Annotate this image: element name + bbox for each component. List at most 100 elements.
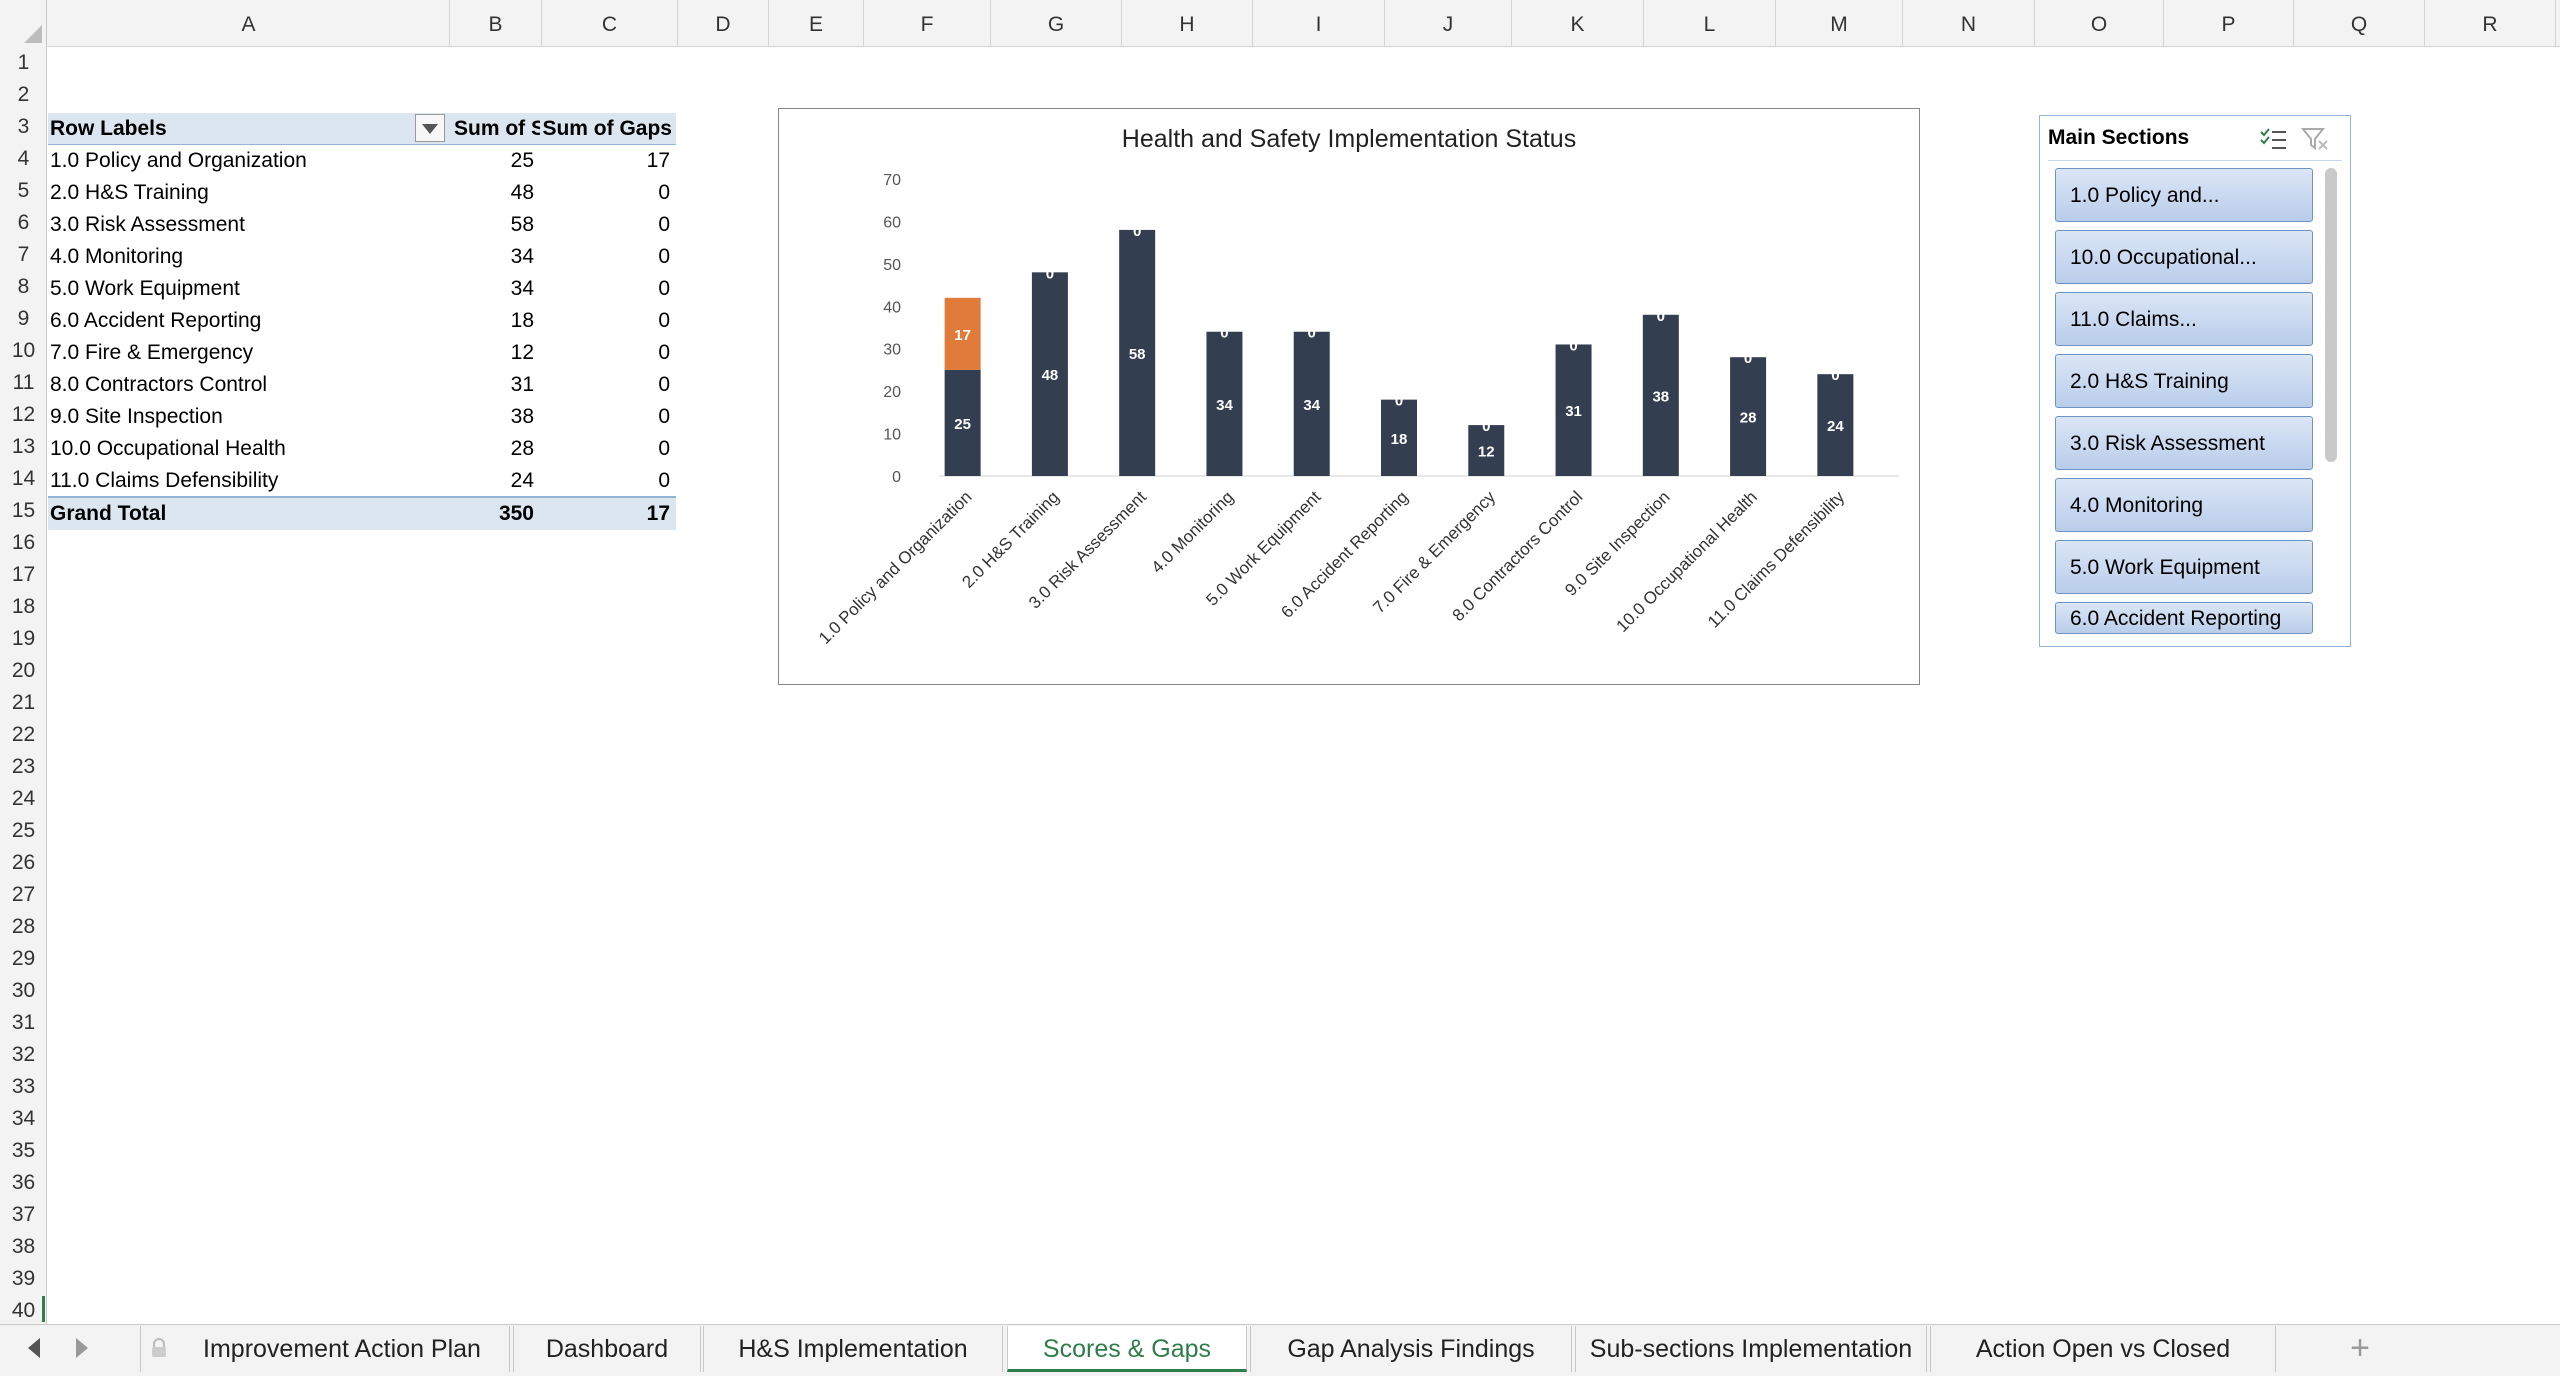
pivot-row-label[interactable]: 6.0 Accident Reporting: [48, 305, 448, 337]
row-header-1[interactable]: 1: [0, 47, 47, 79]
row-header-18[interactable]: 18: [0, 591, 47, 623]
column-header-n[interactable]: N: [1903, 0, 2035, 47]
row-header-26[interactable]: 26: [0, 847, 47, 879]
row-header-24[interactable]: 24: [0, 783, 47, 815]
column-header-l[interactable]: L: [1644, 0, 1776, 47]
row-header-15[interactable]: 15: [0, 495, 47, 527]
pivot-row-label[interactable]: 1.0 Policy and Organization: [48, 145, 448, 177]
implementation-status-chart[interactable]: Health and Safety Implementation Status 0…: [778, 108, 1920, 685]
row-header-27[interactable]: 27: [0, 879, 47, 911]
slicer-item[interactable]: 6.0 Accident Reporting: [2055, 602, 2313, 634]
sheet-tab[interactable]: Gap Analysis Findings: [1250, 1326, 1572, 1372]
pivot-row-score[interactable]: 34: [448, 241, 540, 273]
column-header-b[interactable]: B: [450, 0, 542, 47]
scroll-tabs-left-icon[interactable]: [24, 1336, 46, 1360]
row-header-36[interactable]: 36: [0, 1167, 47, 1199]
row-header-12[interactable]: 12: [0, 399, 47, 431]
row-header-7[interactable]: 7: [0, 239, 47, 271]
pivot-row-gaps[interactable]: 0: [540, 241, 676, 273]
pivot-row-score[interactable]: 48: [448, 177, 540, 209]
column-header-f[interactable]: F: [864, 0, 991, 47]
sheet-tab[interactable]: Dashboard: [513, 1326, 701, 1372]
sheet-tab[interactable]: Sub-sections Implementation: [1575, 1326, 1927, 1372]
add-sheet-button[interactable]: +: [2340, 1326, 2380, 1372]
row-header-2[interactable]: 2: [0, 79, 47, 111]
pivot-grand-total-label[interactable]: Grand Total: [48, 498, 448, 530]
pivot-row-score[interactable]: 25: [448, 145, 540, 177]
row-header-35[interactable]: 35: [0, 1135, 47, 1167]
column-header-a[interactable]: A: [48, 0, 450, 47]
pivot-row-score[interactable]: 24: [448, 465, 540, 497]
row-header-30[interactable]: 30: [0, 975, 47, 1007]
sheet-tab[interactable]: Action Open vs Closed: [1930, 1326, 2276, 1372]
pivot-row-gaps[interactable]: 0: [540, 209, 676, 241]
row-header-9[interactable]: 9: [0, 303, 47, 335]
scroll-tabs-right-icon[interactable]: [70, 1336, 92, 1360]
row-header-37[interactable]: 37: [0, 1199, 47, 1231]
row-header-29[interactable]: 29: [0, 943, 47, 975]
slicer-item[interactable]: 2.0 H&S Training: [2055, 354, 2313, 408]
slicer-scrollbar[interactable]: [2325, 168, 2337, 462]
pivot-row-gaps[interactable]: 0: [540, 177, 676, 209]
row-header-34[interactable]: 34: [0, 1103, 47, 1135]
row-header-4[interactable]: 4: [0, 143, 47, 175]
pivot-row-score[interactable]: 34: [448, 273, 540, 305]
row-header-33[interactable]: 33: [0, 1071, 47, 1103]
row-labels-filter-button[interactable]: [415, 114, 445, 142]
row-header-11[interactable]: 11: [0, 367, 47, 399]
row-header-21[interactable]: 21: [0, 687, 47, 719]
row-header-28[interactable]: 28: [0, 911, 47, 943]
pivot-row-label[interactable]: 9.0 Site Inspection: [48, 401, 448, 433]
row-header-8[interactable]: 8: [0, 271, 47, 303]
column-header-r[interactable]: R: [2425, 0, 2556, 47]
pivot-row-gaps[interactable]: 0: [540, 273, 676, 305]
row-header-40[interactable]: 40: [0, 1295, 47, 1327]
column-header-d[interactable]: D: [678, 0, 769, 47]
pivot-row-label[interactable]: 8.0 Contractors Control: [48, 369, 448, 401]
row-header-23[interactable]: 23: [0, 751, 47, 783]
pivot-row-label[interactable]: 5.0 Work Equipment: [48, 273, 448, 305]
pivot-row-gaps[interactable]: 0: [540, 369, 676, 401]
column-header-q[interactable]: Q: [2294, 0, 2425, 47]
multi-select-icon[interactable]: [2258, 126, 2288, 152]
pivot-header-sum-scores[interactable]: Sum of S: [448, 113, 540, 145]
pivot-grand-total-score[interactable]: 350: [448, 498, 540, 530]
column-header-o[interactable]: O: [2035, 0, 2164, 47]
pivot-row-label[interactable]: 10.0 Occupational Health: [48, 433, 448, 465]
pivot-row-score[interactable]: 38: [448, 401, 540, 433]
column-header-p[interactable]: P: [2164, 0, 2294, 47]
row-header-31[interactable]: 31: [0, 1007, 47, 1039]
pivot-row-label[interactable]: 2.0 H&S Training: [48, 177, 448, 209]
sheet-tab[interactable]: Scores & Gaps: [1007, 1326, 1247, 1372]
column-header-k[interactable]: K: [1512, 0, 1644, 47]
pivot-row-gaps[interactable]: 0: [540, 305, 676, 337]
pivot-header-sum-gaps[interactable]: Sum of Gaps: [540, 113, 676, 145]
row-header-38[interactable]: 38: [0, 1231, 47, 1263]
slicer-item[interactable]: 10.0 Occupational...: [2055, 230, 2313, 284]
row-header-17[interactable]: 17: [0, 559, 47, 591]
slicer-item[interactable]: 3.0 Risk Assessment: [2055, 416, 2313, 470]
row-header-19[interactable]: 19: [0, 623, 47, 655]
pivot-header-row-labels[interactable]: Row Labels: [48, 113, 448, 145]
sheet-tab[interactable]: H&S Implementation: [703, 1326, 1003, 1372]
pivot-row-label[interactable]: 11.0 Claims Defensibility: [48, 465, 448, 497]
column-header-m[interactable]: M: [1776, 0, 1903, 47]
column-header-h[interactable]: H: [1122, 0, 1253, 47]
pivot-row-gaps[interactable]: 0: [540, 433, 676, 465]
row-header-39[interactable]: 39: [0, 1263, 47, 1295]
pivot-row-score[interactable]: 28: [448, 433, 540, 465]
pivot-row-gaps[interactable]: 17: [540, 145, 676, 177]
pivot-row-gaps[interactable]: 0: [540, 401, 676, 433]
slicer-item[interactable]: 11.0 Claims...: [2055, 292, 2313, 346]
sheet-tab[interactable]: Improvement Action Plan: [140, 1326, 510, 1372]
row-header-14[interactable]: 14: [0, 463, 47, 495]
clear-filter-icon[interactable]: [2300, 126, 2330, 152]
column-header-j[interactable]: J: [1385, 0, 1512, 47]
column-header-e[interactable]: E: [769, 0, 864, 47]
row-header-5[interactable]: 5: [0, 175, 47, 207]
main-sections-slicer[interactable]: Main Sections 1.0 Policy and... 10.0 Occu…: [2039, 115, 2351, 647]
pivot-row-score[interactable]: 31: [448, 369, 540, 401]
row-header-32[interactable]: 32: [0, 1039, 47, 1071]
pivot-row-score[interactable]: 58: [448, 209, 540, 241]
pivot-row-score[interactable]: 12: [448, 337, 540, 369]
